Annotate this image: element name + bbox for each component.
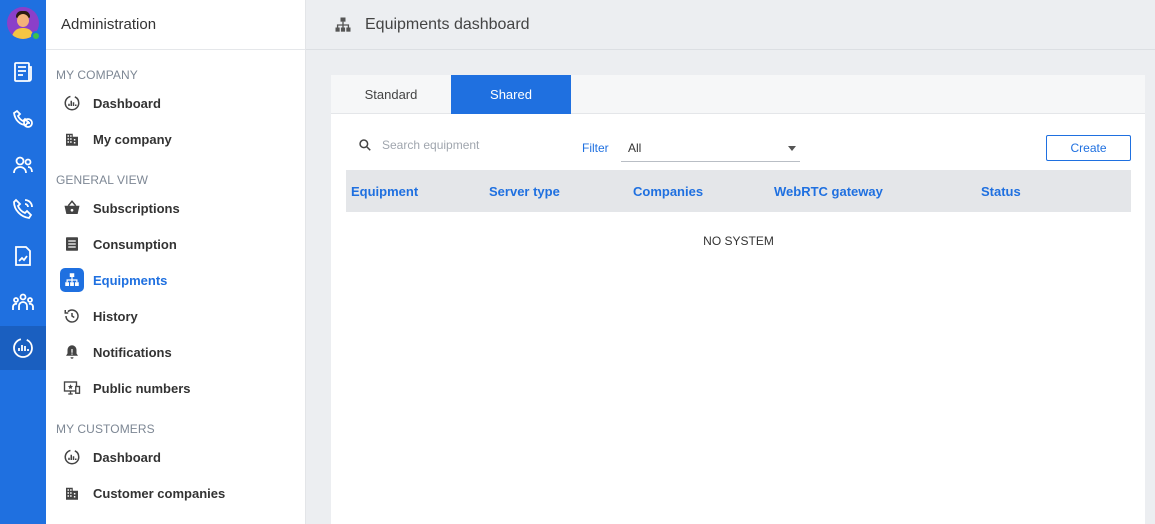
monitor-star-icon <box>60 376 84 400</box>
sidebar: Administration MY COMPANY Dashboard My c… <box>46 0 306 524</box>
section-my-company: MY COMPANY <box>56 68 138 82</box>
rail-users-icon[interactable] <box>0 143 46 187</box>
sidebar-item-customer-companies[interactable]: Customer companies <box>60 478 296 508</box>
create-button[interactable]: Create <box>1046 135 1131 161</box>
rail-phone-cycle-icon[interactable] <box>0 97 46 141</box>
history-icon <box>60 304 84 328</box>
building-icon <box>60 127 84 151</box>
search-box <box>358 138 552 152</box>
network-icon <box>335 17 351 32</box>
sidebar-item-my-company[interactable]: My company <box>60 124 296 154</box>
tab-bar: Standard Shared <box>331 75 1145 114</box>
sidebar-item-label: Equipments <box>93 272 168 288</box>
column-header-companies[interactable]: Companies <box>633 184 703 199</box>
rail-phone-call-icon[interactable] <box>0 187 46 231</box>
search-icon <box>359 139 371 151</box>
tab-standard[interactable]: Standard <box>331 75 451 114</box>
rail-document-icon[interactable] <box>0 234 46 278</box>
sidebar-item-label: Public numbers <box>93 380 191 396</box>
sidebar-item-label: Consumption <box>93 236 177 252</box>
page-title: Equipments dashboard <box>365 15 530 33</box>
rail-group-icon[interactable] <box>0 280 46 324</box>
search-input[interactable] <box>382 138 552 152</box>
section-general-view: GENERAL VIEW <box>56 173 149 187</box>
list-icon <box>60 232 84 256</box>
app-rail <box>0 0 46 524</box>
filter-label: Filter <box>582 141 609 155</box>
sidebar-item-public-numbers[interactable]: Public numbers <box>60 373 296 403</box>
column-header-equipment[interactable]: Equipment <box>351 184 418 199</box>
empty-table-message: NO SYSTEM <box>703 234 774 248</box>
avatar-face <box>17 14 29 27</box>
tab-shared[interactable]: Shared <box>451 75 571 114</box>
sidebar-item-label: Notifications <box>93 344 172 360</box>
sidebar-item-notifications[interactable]: Notifications <box>60 337 296 367</box>
sidebar-item-label: Dashboard <box>93 449 161 465</box>
chevron-down-icon <box>788 146 796 151</box>
filter-select[interactable]: All <box>621 135 800 162</box>
sidebar-item-dashboard[interactable]: Dashboard <box>60 88 296 118</box>
building-icon <box>60 481 84 505</box>
table-header: Equipment Server type Companies WebRTC g… <box>346 170 1131 212</box>
dashboard-gauge-icon <box>60 445 84 469</box>
filter-value: All <box>628 141 642 155</box>
page-header: Equipments dashboard <box>306 0 1155 50</box>
sidebar-item-label: Customer companies <box>93 485 226 501</box>
sidebar-item-equipments[interactable]: Equipments <box>60 265 296 295</box>
column-header-status[interactable]: Status <box>981 184 1021 199</box>
bell-icon <box>60 340 84 364</box>
section-my-customers: MY CUSTOMERS <box>56 422 155 436</box>
sidebar-item-label: My company <box>93 131 172 147</box>
equipments-card: Standard Shared Filter All Create Equipm… <box>331 75 1145 524</box>
sidebar-item-consumption[interactable]: Consumption <box>60 229 296 259</box>
rail-newspaper-icon[interactable] <box>0 50 46 94</box>
sidebar-item-customers-dashboard[interactable]: Dashboard <box>60 442 296 472</box>
column-header-server-type[interactable]: Server type <box>489 184 560 199</box>
sidebar-item-subscriptions[interactable]: Subscriptions <box>60 193 296 223</box>
online-status-dot <box>31 31 41 41</box>
network-icon <box>60 268 84 292</box>
sidebar-item-label: History <box>93 308 138 324</box>
sidebar-item-history[interactable]: History <box>60 301 296 331</box>
rail-dashboard-gauge-icon[interactable] <box>0 326 46 370</box>
column-header-webrtc-gateway[interactable]: WebRTC gateway <box>774 184 883 199</box>
basket-icon <box>60 196 84 220</box>
dashboard-gauge-icon <box>60 91 84 115</box>
sidebar-item-label: Subscriptions <box>93 200 180 216</box>
sidebar-item-label: Dashboard <box>93 95 161 111</box>
sidebar-title: Administration <box>46 0 305 50</box>
